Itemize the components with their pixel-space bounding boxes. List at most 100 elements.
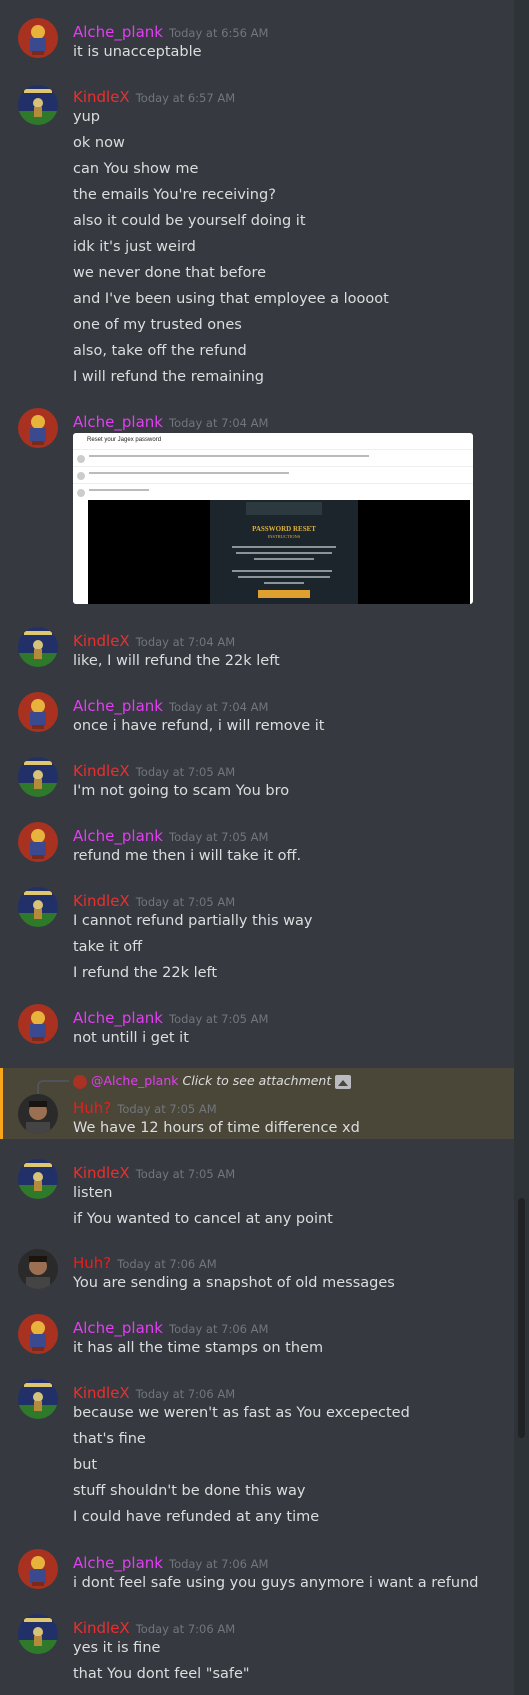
message-text: i dont feel safe using you guys anymore … (73, 1575, 479, 1591)
message-header: KindleX Today at 7:05 AM (73, 1163, 235, 1183)
timestamp: Today at 7:05 AM (169, 830, 269, 844)
username[interactable]: KindleX (73, 1164, 130, 1182)
message-header: KindleX Today at 7:04 AM (73, 631, 235, 651)
message-text: ok now (73, 135, 125, 151)
email-subheading: INSTRUCTIONS (267, 534, 301, 539)
avatar[interactable] (18, 1249, 58, 1289)
message-text: I could have refunded at any time (73, 1509, 320, 1525)
timestamp: Today at 7:04 AM (169, 416, 269, 430)
username[interactable]: KindleX (73, 1384, 130, 1402)
username[interactable]: KindleX (73, 88, 130, 106)
username[interactable]: Alche_plank (73, 1009, 163, 1027)
username[interactable]: KindleX (73, 1619, 130, 1637)
message-text: it has all the time stamps on them (73, 1340, 324, 1356)
message-header: Alche_plank Today at 7:04 AM (73, 696, 268, 716)
timestamp: Today at 7:05 AM (135, 895, 236, 909)
username[interactable]: Alche_plank (73, 697, 163, 715)
message-text: the emails You're receiving? (73, 187, 276, 203)
avatar[interactable] (18, 1549, 58, 1589)
avatar[interactable] (18, 1614, 58, 1654)
runescape-logo (246, 502, 322, 515)
avatar[interactable] (18, 1379, 58, 1419)
avatar[interactable] (18, 692, 58, 732)
avatar[interactable] (18, 1094, 58, 1134)
message-text: that You dont feel "safe" (73, 1666, 250, 1682)
message-header: KindleX Today at 7:05 AM (73, 761, 235, 781)
message-header: Alche_plank Today at 7:06 AM (73, 1318, 268, 1338)
message-header: KindleX Today at 7:06 AM (73, 1618, 235, 1638)
message-text: yes it is fine (73, 1640, 161, 1656)
scrollbar[interactable] (514, 0, 529, 1695)
message-text: once i have refund, i will remove it (73, 718, 325, 734)
message-header: Huh? Today at 7:05 AM (73, 1098, 217, 1118)
message-text: it is unacceptable (73, 44, 202, 60)
timestamp: Today at 7:05 AM (117, 1102, 217, 1116)
timestamp: Today at 6:57 AM (135, 91, 236, 105)
reply-text[interactable]: Click to see attachment (183, 1073, 332, 1088)
timestamp: Today at 7:06 AM (135, 1622, 236, 1636)
avatar[interactable] (18, 1004, 58, 1044)
timestamp: Today at 7:05 AM (135, 1167, 236, 1181)
message-text: I will refund the remaining (73, 369, 264, 385)
avatar[interactable] (18, 1159, 58, 1199)
reply-reference[interactable]: @Alche_plank Click to see attachment (73, 1073, 352, 1089)
message-text: that's fine (73, 1431, 146, 1447)
message-header: Alche_plank Today at 7:04 AM (73, 412, 268, 432)
message-text: I'm not going to scam You bro (73, 783, 290, 799)
timestamp: Today at 7:06 AM (169, 1322, 269, 1336)
timestamp: Today at 7:05 AM (169, 1012, 269, 1026)
reply-connector (37, 1080, 69, 1094)
timestamp: Today at 7:04 AM (135, 635, 236, 649)
chat-messages: @Alche_plank Click to see attachment Rese… (0, 0, 514, 1695)
username[interactable]: Alche_plank (73, 23, 163, 41)
reset-password-button (258, 590, 310, 598)
message-header: Alche_plank Today at 7:05 AM (73, 1008, 268, 1028)
message-text: stuff shouldn't be done this way (73, 1483, 306, 1499)
avatar[interactable] (18, 85, 58, 125)
message-header: Alche_plank Today at 6:56 AM (73, 22, 268, 42)
image-attachment[interactable]: Reset your Jagex password PASSWORD RESET… (73, 433, 473, 604)
message-text: yup (73, 109, 100, 125)
avatar[interactable] (18, 757, 58, 797)
username[interactable]: Alche_plank (73, 827, 163, 845)
message-text: one of my trusted ones (73, 317, 242, 333)
timestamp: Today at 7:05 AM (135, 765, 236, 779)
username[interactable]: KindleX (73, 632, 130, 650)
message-header: Alche_plank Today at 7:06 AM (73, 1553, 268, 1573)
email-title: Reset your Jagex password (87, 437, 162, 443)
username[interactable]: Alche_plank (73, 1554, 163, 1572)
avatar[interactable] (18, 1314, 58, 1354)
image-icon (335, 1074, 352, 1089)
timestamp: Today at 7:06 AM (169, 1557, 269, 1571)
message-header: Alche_plank Today at 7:05 AM (73, 826, 268, 846)
avatar[interactable] (18, 887, 58, 927)
message-text: I refund the 22k left (73, 965, 218, 981)
message-text: we never done that before (73, 265, 267, 281)
username[interactable]: KindleX (73, 892, 130, 910)
reply-mention[interactable]: @Alche_plank (91, 1073, 179, 1088)
timestamp: Today at 7:04 AM (169, 700, 269, 714)
avatar[interactable] (18, 18, 58, 58)
avatar[interactable] (18, 627, 58, 667)
message-text: listen (73, 1185, 113, 1201)
timestamp: Today at 6:56 AM (169, 26, 269, 40)
message-text: can You show me (73, 161, 199, 177)
username[interactable]: Alche_plank (73, 413, 163, 431)
message-text: but (73, 1457, 98, 1473)
message-text: like, I will refund the 22k left (73, 653, 280, 669)
message-text: We have 12 hours of time difference xd (73, 1120, 360, 1136)
username[interactable]: Huh? (73, 1099, 111, 1117)
username[interactable]: KindleX (73, 762, 130, 780)
message-text: You are sending a snapshot of old messag… (73, 1275, 395, 1291)
message-header: KindleX Today at 7:06 AM (73, 1383, 235, 1403)
scrollbar-thumb[interactable] (518, 1198, 525, 1438)
avatar[interactable] (18, 408, 58, 448)
avatar[interactable] (18, 822, 58, 862)
reply-avatar (73, 1074, 87, 1089)
timestamp: Today at 7:06 AM (135, 1387, 236, 1401)
message-text: I cannot refund partially this way (73, 913, 313, 929)
timestamp: Today at 7:06 AM (117, 1257, 217, 1271)
username[interactable]: Alche_plank (73, 1319, 163, 1337)
username[interactable]: Huh? (73, 1254, 111, 1272)
message-text: idk it's just weird (73, 239, 196, 255)
